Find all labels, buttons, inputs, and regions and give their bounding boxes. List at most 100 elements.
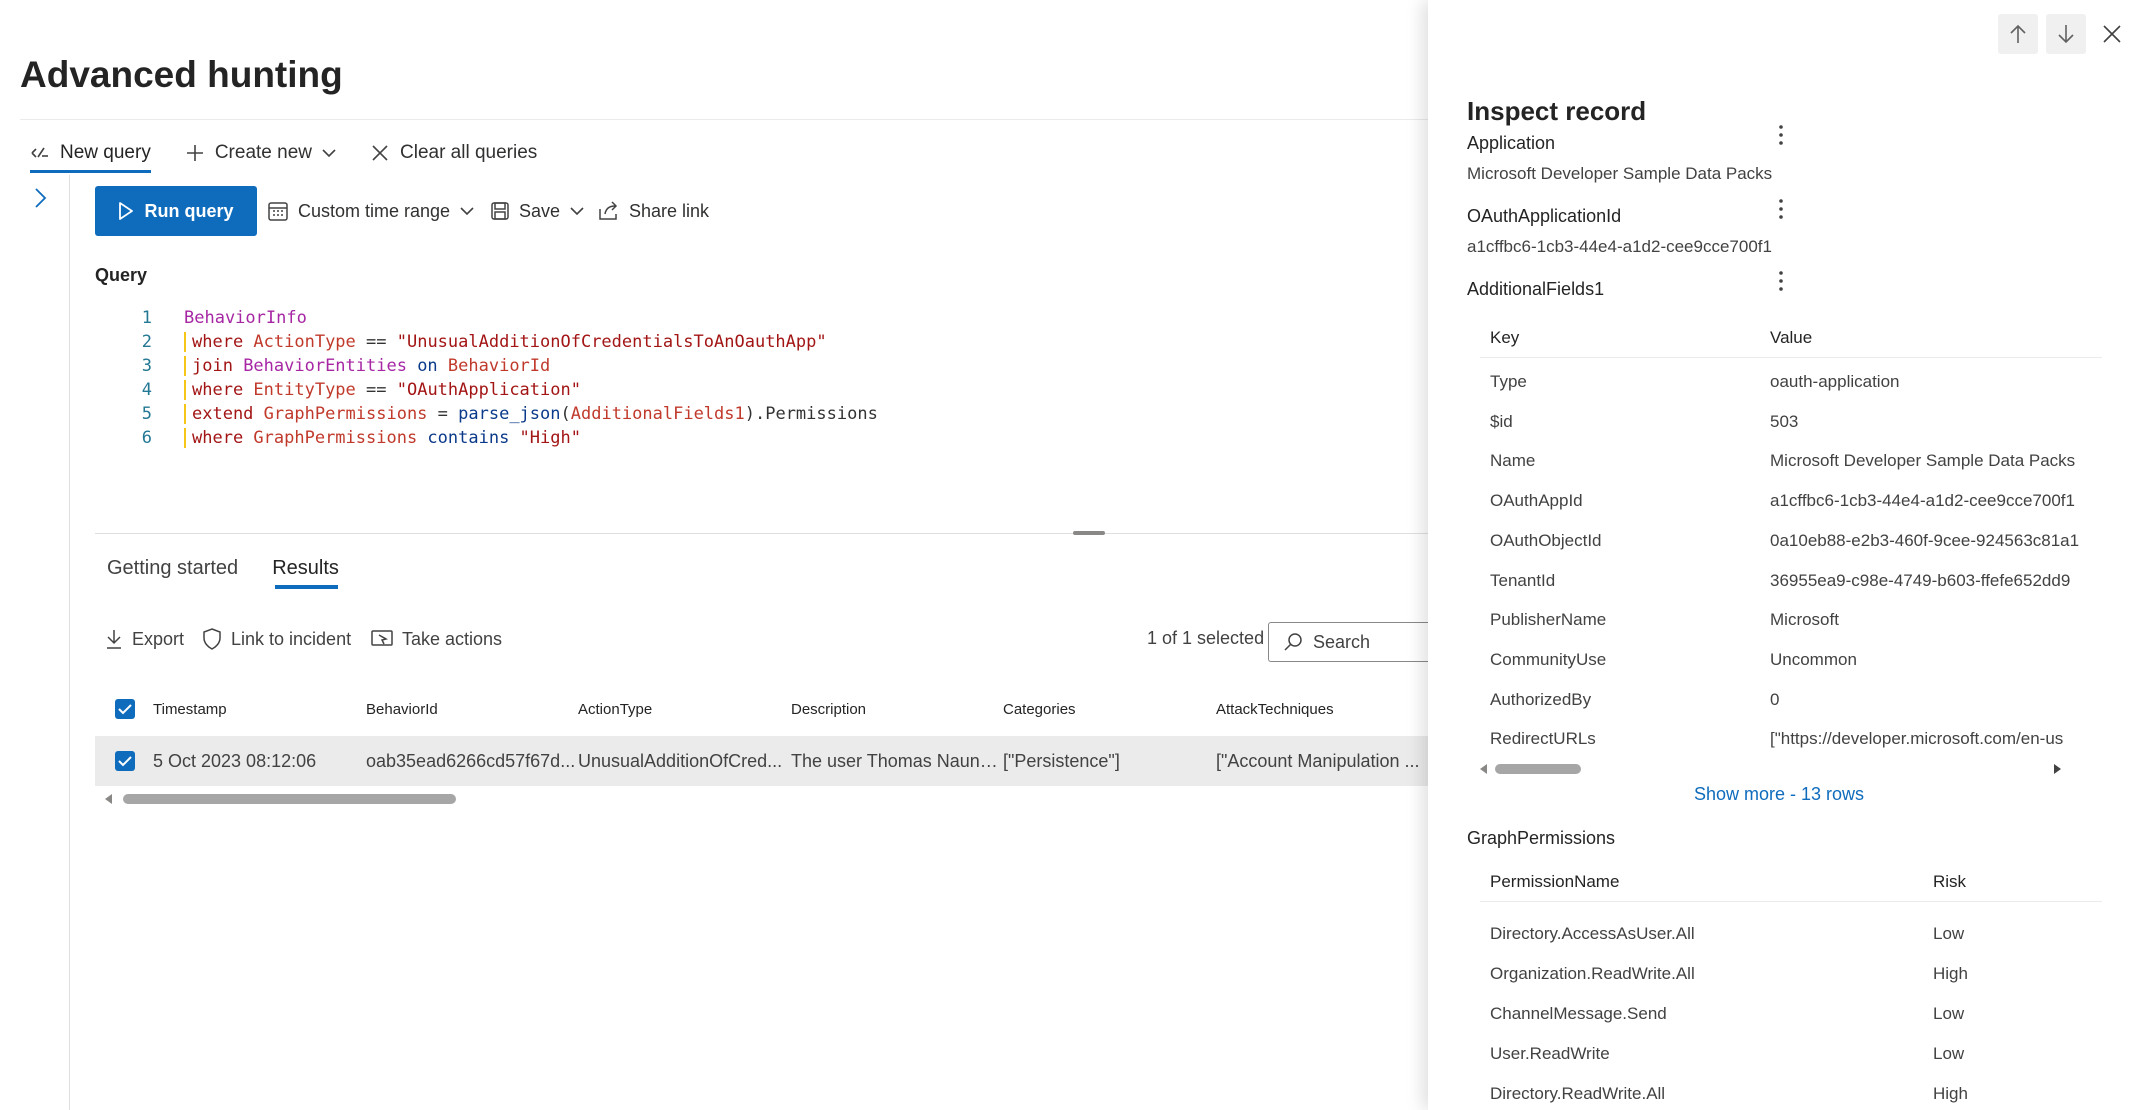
results-tab-indicator — [275, 585, 338, 589]
code-token: GraphPermissions — [263, 404, 428, 424]
scroll-left-arrow[interactable] — [104, 794, 114, 804]
more-options-icon[interactable] — [1778, 124, 1784, 146]
code-text: extend GraphPermissions = parse_json(Add… — [192, 404, 878, 424]
share-icon — [598, 201, 620, 221]
cell-actiontype: UnusualAdditionOfCred... — [578, 750, 783, 771]
results-horizontal-scrollbar[interactable] — [123, 794, 456, 804]
link-to-incident-button[interactable]: Link to incident — [202, 624, 351, 654]
take-actions-button[interactable]: Take actions — [371, 624, 502, 654]
table-row[interactable]: 5 Oct 2023 08:12:06 oab35ead6266cd57f67d… — [95, 736, 1435, 786]
selection-count: 1 of 1 selected — [1147, 628, 1265, 648]
field-label-additionalfields1: AdditionalFields1 — [1467, 279, 1605, 299]
save-label: Save — [519, 200, 561, 221]
code-text: where ActionType == "UnusualAdditionOfCr… — [192, 332, 827, 352]
code-line: 3 join BehaviorEntities on BehaviorId — [130, 354, 878, 378]
splitter-handle[interactable] — [1073, 531, 1105, 535]
code-token: "OAuthApplication" — [396, 380, 581, 400]
code-token: == — [355, 332, 397, 352]
column-header-behaviorid[interactable]: BehaviorId — [366, 701, 578, 718]
run-query-button[interactable]: Run query — [95, 186, 257, 236]
export-label: Export — [132, 628, 185, 649]
column-header-attacktechniques[interactable]: AttackTechniques — [1216, 701, 1426, 718]
more-options-icon[interactable] — [1778, 270, 1784, 292]
next-record-button[interactable] — [2046, 14, 2086, 54]
kv-table-header: Key Value — [1480, 318, 2102, 358]
export-button[interactable]: Export — [105, 624, 184, 654]
kv-value: oauth-application — [1770, 372, 1900, 391]
line-number: 1 — [141, 308, 152, 328]
line-number: 3 — [141, 356, 152, 376]
inspect-record-panel: Inspect record Application Microsoft Dev… — [1428, 0, 2130, 1110]
column-header-description[interactable]: Description — [791, 701, 1003, 718]
kv-horizontal-scrollbar[interactable] — [1495, 764, 1581, 774]
code-token: ActionType — [253, 332, 356, 352]
close-panel-button[interactable] — [2102, 24, 2122, 44]
plus-icon — [185, 143, 205, 163]
shield-icon — [202, 628, 222, 650]
column-header-timestamp[interactable]: Timestamp — [153, 701, 366, 718]
kv-value: a1cffbc6-1cb3-44e4-a1d2-cee9cce700f1 — [1770, 491, 2075, 511]
scroll-right-arrow[interactable] — [2052, 764, 2062, 774]
chevron-right-icon — [35, 188, 47, 208]
create-new-button[interactable]: Create new — [185, 135, 336, 171]
cell-description: The user Thomas Naunh... — [791, 750, 1003, 771]
gp-row: Directory.ReadWrite.All High — [1480, 1074, 2102, 1110]
kv-value: 0a10eb88-e2b3-460f-9cee-924563c81a1 — [1770, 530, 2080, 550]
share-link-button[interactable]: Share link — [598, 186, 709, 236]
column-header-categories[interactable]: Categories — [1003, 701, 1216, 718]
kv-row: PublisherName Microsoft — [1480, 600, 2102, 640]
permission-name: Organization.ReadWrite.All — [1490, 964, 1695, 983]
code-keyword: where — [192, 332, 254, 352]
field-value-oauthapplicationid: a1cffbc6-1cb3-44e4-a1d2-cee9cce700f1 — [1467, 237, 1772, 256]
play-icon — [118, 202, 134, 220]
results-grid-header: Timestamp BehaviorId ActionType Descript… — [95, 694, 1426, 724]
search-placeholder: Search — [1313, 631, 1371, 652]
field-label-oauthapplicationid: OAuthApplicationId — [1467, 206, 1622, 226]
arrow-down-icon — [2058, 25, 2074, 44]
indent-guide — [184, 332, 186, 352]
checkmark-icon — [118, 756, 132, 767]
chevron-down-icon — [322, 148, 336, 158]
previous-record-button[interactable] — [1998, 14, 2038, 54]
save-dropdown[interactable]: Save — [490, 186, 584, 236]
gp-row: ChannelMessage.Send Low — [1480, 994, 2102, 1034]
line-number: 5 — [141, 404, 152, 424]
kv-row: Type oauth-application — [1480, 362, 2102, 402]
gp-header-permission: PermissionName — [1490, 871, 1620, 891]
field-label-application: Application — [1467, 133, 1556, 153]
show-more-link[interactable]: Show more - 13 rows — [1428, 784, 2130, 805]
results-search-input[interactable]: Search — [1268, 622, 1438, 662]
kv-key: $id — [1490, 411, 1513, 431]
time-range-dropdown[interactable]: Custom time range — [267, 186, 474, 236]
cell-categories: ["Persistence"] — [1003, 750, 1120, 771]
code-token: BehaviorEntities — [243, 356, 407, 376]
query-editor[interactable]: 1 BehaviorInfo 2 where ActionType == "Unusu… — [130, 306, 878, 450]
code-token: "UnusualAdditionOfCredentialsToAnOauthAp… — [396, 332, 827, 352]
tab-getting-started[interactable]: Getting started — [107, 549, 238, 587]
code-line: 2 where ActionType == "UnusualAdditionOfC… — [130, 330, 878, 354]
code-token: == — [355, 380, 397, 400]
gp-row: User.ReadWrite Low — [1480, 1034, 2102, 1074]
share-link-label: Share link — [629, 200, 710, 221]
header-divider — [20, 119, 1430, 120]
column-header-actiontype[interactable]: ActionType — [578, 701, 791, 718]
kv-key: CommunityUse — [1490, 649, 1607, 669]
more-options-icon[interactable] — [1778, 198, 1784, 220]
code-keyword: extend — [192, 404, 264, 424]
kv-value: 36955ea9-c98e-4749-b603-ffefe652dd9 — [1770, 570, 2071, 590]
gp-row: Organization.ReadWrite.All High — [1480, 954, 2102, 994]
left-rail-divider — [69, 175, 70, 1110]
permission-name: ChannelMessage.Send — [1490, 1004, 1667, 1023]
clear-all-label: Clear all queries — [400, 142, 538, 163]
arrow-up-icon — [2010, 24, 2026, 43]
tab-results[interactable]: Results — [272, 549, 339, 587]
expand-pane-button[interactable] — [30, 186, 50, 210]
row-checkbox[interactable] — [115, 751, 135, 771]
clear-all-queries-button[interactable]: Clear all queries — [370, 135, 537, 171]
scroll-left-arrow[interactable] — [1479, 764, 1489, 774]
indent-guide — [184, 404, 186, 424]
line-number: 4 — [141, 380, 152, 400]
query-tabs: New query Create new Clear all queries — [30, 135, 571, 171]
select-all-checkbox[interactable] — [115, 699, 135, 719]
tab-new-query[interactable]: New query — [30, 135, 151, 171]
